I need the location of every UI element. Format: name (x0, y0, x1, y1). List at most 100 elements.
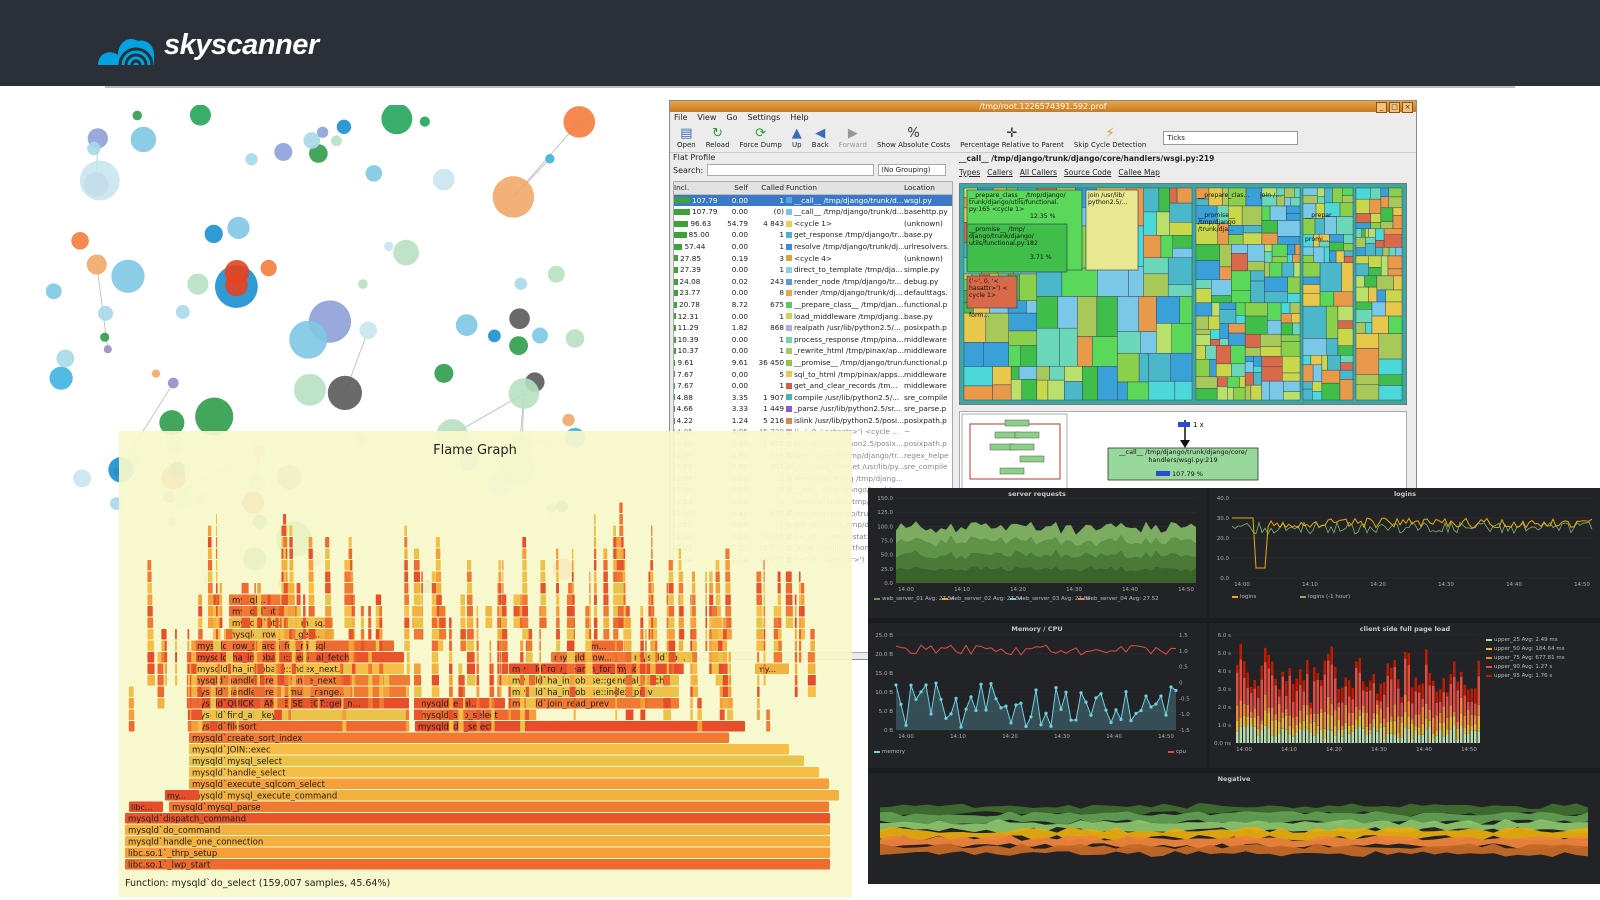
show-absolute-costs-button[interactable]: % Show Absolute Costs (874, 127, 953, 150)
flame-frame[interactable] (539, 640, 541, 652)
flame-frame[interactable] (491, 686, 495, 698)
table-row[interactable]: 9.61 9.61 36 450 __promise__ /tmp/django/tr… (674, 357, 952, 369)
flame-frame[interactable] (476, 709, 480, 721)
flame-frame[interactable] (807, 675, 816, 686)
flame-frame[interactable] (763, 663, 766, 675)
flame-frame[interactable] (520, 698, 525, 709)
tab-callee-map[interactable]: Callee Map (1118, 167, 1159, 179)
flame-frame[interactable] (725, 583, 731, 594)
flame-frame[interactable] (303, 640, 307, 652)
flame-frame[interactable] (678, 548, 682, 560)
flame-frame[interactable] (404, 571, 409, 583)
flame-frame[interactable] (147, 652, 155, 663)
flame-frame[interactable] (458, 675, 463, 686)
flame-frame[interactable] (435, 560, 441, 571)
flame-frame[interactable] (343, 675, 350, 686)
flame-frame[interactable] (585, 686, 594, 698)
flame-frame[interactable] (666, 629, 669, 640)
flame-frame[interactable] (147, 571, 152, 583)
flame-frame[interactable] (593, 629, 598, 640)
flame-frame[interactable] (645, 675, 648, 686)
flame-frame[interactable] (691, 571, 695, 583)
flame-frame[interactable] (499, 652, 502, 663)
flame-frame[interactable] (603, 606, 609, 617)
menu-file[interactable]: File (674, 112, 687, 124)
flame-frame[interactable] (241, 617, 250, 629)
flame-frame[interactable] (210, 709, 217, 721)
column-incl[interactable]: Incl. (674, 182, 722, 194)
flame-frame[interactable] (539, 652, 541, 663)
menu-help[interactable]: Help (790, 112, 808, 124)
flame-frame[interactable] (281, 617, 285, 629)
flame-frame[interactable] (777, 583, 781, 594)
table-row[interactable]: 57.44 0.00 1 resolve /tmp/django/trunk/dj..… (674, 241, 952, 253)
table-row[interactable]: 20.78 8.72 675 __prepare_class__ /tmp/djan.… (674, 299, 952, 311)
flame-frame[interactable] (679, 606, 684, 617)
flame-frame[interactable] (640, 606, 644, 617)
flame-frame[interactable] (756, 640, 764, 652)
table-row[interactable]: 24.08 0.02 243 render_node /tmp/django/tr..… (674, 276, 952, 288)
flame-frame[interactable] (690, 709, 693, 721)
minimize-icon[interactable]: _ (1376, 102, 1387, 113)
flame-frame[interactable] (690, 617, 692, 629)
flame-frame[interactable] (625, 663, 632, 675)
flame-frame[interactable] (191, 709, 198, 721)
flame-frame[interactable] (476, 675, 480, 686)
flame-frame[interactable] (540, 583, 546, 594)
flame-frame[interactable] (379, 675, 384, 686)
flame-frame[interactable] (522, 594, 528, 606)
flame-frame[interactable] (360, 606, 364, 617)
flame-frame[interactable] (325, 560, 330, 571)
flame-frame[interactable] (413, 629, 423, 640)
flame-frame[interactable] (128, 686, 134, 698)
flame-frame[interactable] (216, 594, 218, 606)
flame-frame[interactable] (431, 571, 436, 583)
flame-frame[interactable] (147, 594, 153, 606)
flame-frame[interactable] (528, 675, 536, 686)
flame-frame[interactable] (497, 663, 500, 675)
flame-frame[interactable] (187, 663, 190, 675)
flame-frame[interactable] (342, 709, 347, 721)
flame-frame[interactable] (164, 663, 167, 675)
table-row[interactable]: 7.67 0.00 5 sql_to_html /tmp/pinax/apps... m… (674, 369, 952, 381)
flame-frame[interactable] (340, 675, 344, 686)
percentage-relative-button[interactable]: ✛ Percentage Relative to Parent (957, 127, 1067, 150)
flame-frame[interactable] (690, 663, 693, 675)
flame-frame[interactable] (458, 698, 464, 709)
flame-frame[interactable] (711, 606, 718, 617)
flame-frame[interactable] (449, 698, 454, 709)
flame-frame[interactable] (466, 606, 473, 617)
flame-frame[interactable] (807, 652, 815, 663)
flame-frame[interactable] (722, 686, 729, 698)
skyscanner-logo[interactable]: skyscanner (96, 20, 319, 70)
flame-frame[interactable] (522, 629, 529, 640)
flame-frame[interactable] (175, 663, 178, 675)
flame-frame[interactable] (571, 560, 574, 571)
flame-frame[interactable] (571, 571, 574, 583)
flame-frame[interactable] (593, 560, 597, 571)
flame-frame[interactable] (343, 663, 350, 675)
flame-frame[interactable] (281, 525, 283, 537)
flame-frame[interactable] (281, 560, 284, 571)
flame-frame[interactable] (640, 686, 645, 698)
flame-frame[interactable] (147, 617, 154, 629)
flame-frame[interactable] (254, 652, 257, 663)
flame-frame[interactable] (435, 548, 441, 560)
flame-frame[interactable] (236, 709, 239, 721)
flame-frame[interactable] (161, 629, 167, 640)
flame-frame[interactable] (794, 594, 797, 606)
flame-frame[interactable] (668, 629, 675, 640)
flame-frame[interactable] (573, 698, 576, 709)
flame-frame[interactable] (613, 594, 618, 606)
flame-frame[interactable] (798, 640, 802, 652)
flame-frame[interactable] (691, 629, 697, 640)
flame-frame[interactable] (556, 652, 561, 663)
flame-frame[interactable] (175, 652, 178, 663)
flame-frame[interactable] (540, 560, 546, 571)
flame-frame[interactable] (715, 560, 720, 571)
flame-frame[interactable] (216, 548, 218, 560)
flame-frame[interactable] (528, 698, 536, 709)
flame-frame[interactable] (690, 594, 692, 606)
flame-frame[interactable] (513, 594, 520, 606)
flame-frame[interactable] (353, 629, 356, 640)
